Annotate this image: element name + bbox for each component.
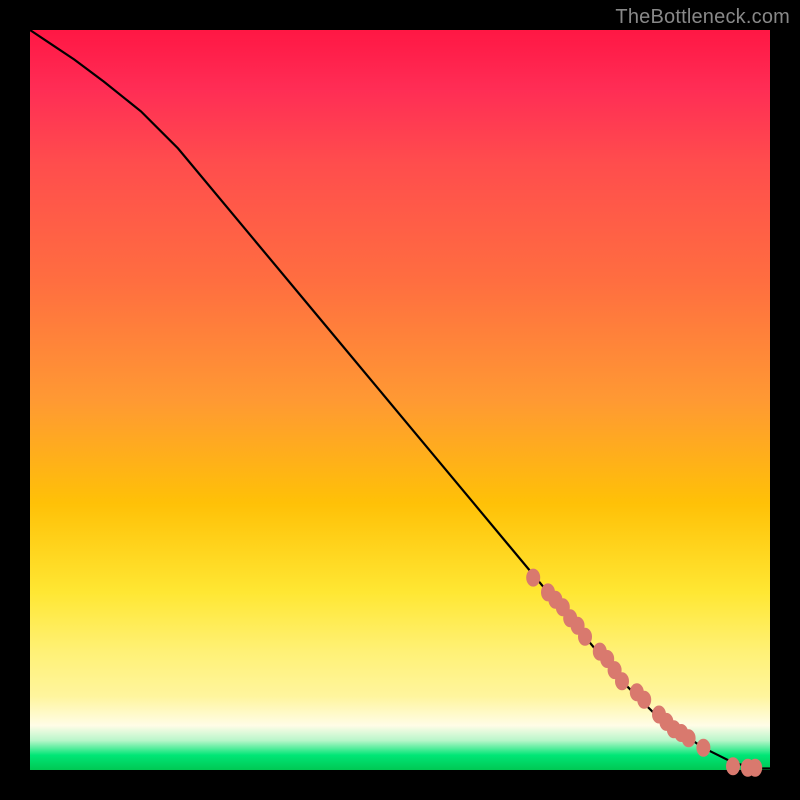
data-point bbox=[682, 729, 696, 747]
chart-container: TheBottleneck.com bbox=[0, 0, 800, 800]
data-point bbox=[748, 759, 762, 777]
chart-line bbox=[30, 30, 770, 769]
data-point bbox=[696, 739, 710, 757]
data-point bbox=[615, 672, 629, 690]
data-point bbox=[726, 757, 740, 775]
data-point bbox=[526, 569, 540, 587]
data-point bbox=[637, 691, 651, 709]
watermark-text: TheBottleneck.com bbox=[615, 6, 790, 29]
chart-svg bbox=[30, 30, 770, 770]
chart-points bbox=[526, 569, 762, 777]
data-point bbox=[578, 628, 592, 646]
